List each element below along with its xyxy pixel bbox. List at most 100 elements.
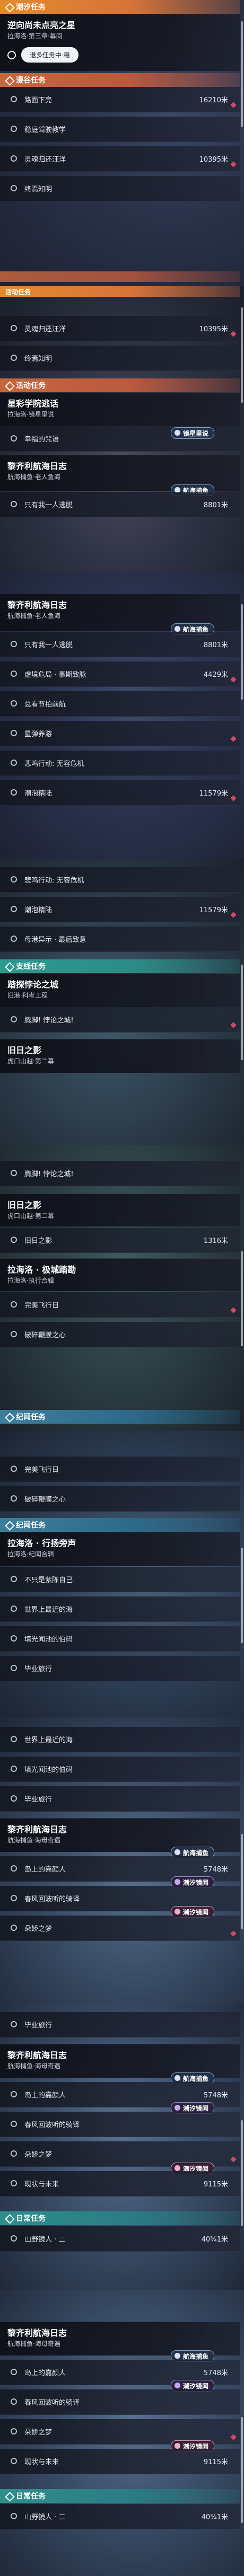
- quest-label: 悲鸣行动: 无容危机: [24, 877, 84, 885]
- quest-row[interactable]: 破碎鞭膜之心: [0, 1486, 240, 1512]
- quest-row[interactable]: 只有我一人逃脱 8801米: [0, 492, 240, 517]
- tag-label: 航海捕鱼: [182, 2075, 208, 2083]
- tag-label: 镜星里说: [182, 429, 208, 437]
- quest-card[interactable]: 拉海洛 · 行扬旁声 拉海洛·纪闻合辑: [0, 1532, 240, 1566]
- radio-icon: [11, 1766, 17, 1772]
- quest-card[interactable]: 旧日之影 虎口山越·第二幕: [0, 1039, 240, 1073]
- quest-label: 潮泡精陆: [24, 790, 53, 798]
- quest-row[interactable]: 破碎鞭膜之心: [0, 1322, 240, 1347]
- section-header-daily[interactable]: 日常任务: [0, 2489, 240, 2503]
- scrollbar[interactable]: [241, 1251, 243, 1346]
- section-title: 活动任务: [5, 288, 31, 296]
- quest-row[interactable]: 世界上最近的海: [0, 1596, 240, 1622]
- quest-row[interactable]: 山野镜人 · 二 40¾1米: [0, 2226, 240, 2252]
- quest-row[interactable]: 填光闻池的伯码: [0, 1626, 240, 1652]
- track-radio-icon[interactable]: [7, 50, 16, 59]
- alert-diamond-icon: [230, 161, 237, 167]
- radio-icon: [11, 2150, 17, 2157]
- tracking-pill[interactable]: 退多任务中·稳: [21, 47, 79, 63]
- quest-row[interactable]: 灵魂归还汪洋 10395米: [0, 316, 240, 341]
- quest-subtitle: 旧港·科考工程: [7, 992, 48, 999]
- radio-icon: [11, 126, 17, 132]
- quest-row[interactable]: 完美飞行日: [0, 1292, 240, 1318]
- quest-label: 终焉知明: [24, 186, 53, 193]
- quest-row[interactable]: 腾脚! 悖论之城!: [0, 1007, 240, 1033]
- distance-value: 1316米: [203, 1237, 228, 1245]
- quest-row[interactable]: 路面下亮 16210米: [0, 87, 240, 112]
- scrollbar[interactable]: [241, 604, 243, 700]
- alert-diamond-icon: [230, 1930, 237, 1937]
- scrollbar[interactable]: [241, 307, 243, 403]
- section-header-connect[interactable]: 纪闻任务: [0, 1410, 240, 1424]
- quest-row[interactable]: 潮泡精陆 11579米: [0, 897, 240, 922]
- quest-card[interactable]: 踏探悖论之城 旧港·科考工程: [0, 973, 240, 1007]
- quest-label: 虚境危局 · 事期致脉: [24, 671, 86, 679]
- quest-label: 填光闻池的伯码: [24, 1766, 73, 1774]
- quest-label: 春风回波听的骑译: [24, 2121, 80, 2129]
- scrollbar[interactable]: [241, 21, 243, 127]
- quest-card[interactable]: 星彩学院逃话 拉海洛·镜星里说: [0, 392, 240, 426]
- quest-row[interactable]: 山野镜人 · 二 40¾1米: [0, 2504, 240, 2529]
- section-title: 日常任务: [16, 2215, 46, 2223]
- quest-subtitle: 航海捕鱼·海母奇遇: [7, 1837, 60, 1844]
- quest-row[interactable]: 完美飞行日: [0, 1457, 240, 1482]
- quest-row[interactable]: 春风回波听的骑译: [0, 2389, 240, 2415]
- radio-icon: [11, 2458, 17, 2464]
- quest-label: 终焉知明: [24, 355, 53, 363]
- quest-row[interactable]: 现状与未来 9115米: [0, 2449, 240, 2474]
- section-header-daily[interactable]: 日常任务: [0, 2211, 240, 2225]
- quest-card[interactable]: 拉海洛 · 极城踏勘 拉海洛·执行合辑: [0, 1258, 240, 1291]
- section-header-partial: [0, 271, 240, 282]
- alert-diamond-icon: [230, 2434, 237, 2440]
- quest-row[interactable]: 毕业旅行: [0, 2012, 240, 2037]
- quest-row[interactable]: 填光闻池的伯码: [0, 1757, 240, 1782]
- quest-row[interactable]: 世界上最近的海: [0, 1727, 240, 1752]
- quest-label: 路面下亮: [24, 96, 53, 104]
- section-header-connect[interactable]: 纪闻任务: [0, 1518, 240, 1532]
- quest-row[interactable]: 悲鸣行动: 无容危机: [0, 867, 240, 893]
- scrollbar[interactable]: [241, 2417, 243, 2523]
- quest-row[interactable]: 不只是紫陈自己: [0, 1567, 240, 1592]
- quest-card[interactable]: 旧日之影 虎口山越·第二幕: [0, 1194, 240, 1227]
- scrollbar[interactable]: [241, 1834, 243, 1929]
- quest-row[interactable]: 终焉知明: [0, 346, 240, 371]
- quest-label: 只有我一人逃脱: [24, 641, 73, 649]
- quest-row[interactable]: 总看节拍前航: [0, 691, 240, 717]
- quest-row[interactable]: 稳庭驾驶教学: [0, 117, 240, 142]
- radio-icon: [11, 1170, 17, 1176]
- quest-row[interactable]: 悲鸣行动: 无容危机: [0, 751, 240, 776]
- quest-row[interactable]: 现状与未来 9115米: [0, 2171, 240, 2196]
- section-header-event[interactable]: 活动任务: [0, 378, 240, 392]
- quest-row[interactable]: 只有我一人逃脱 8801米: [0, 632, 240, 657]
- quest-row[interactable]: 旧日之影 1316米: [0, 1228, 240, 1253]
- quest-row[interactable]: 虚境危局 · 事期致脉 4429米: [0, 661, 240, 687]
- radio-icon: [11, 1895, 17, 1901]
- scrollbar[interactable]: [241, 2120, 243, 2226]
- section-header-side[interactable]: 支线任务: [0, 959, 240, 973]
- quest-title: 黎齐利航海日志: [7, 600, 67, 610]
- quest-row[interactable]: 潮泡精陆 11579米: [0, 780, 240, 806]
- quest-row[interactable]: 腾脚! 悖论之城!: [0, 1161, 240, 1186]
- alert-diamond-icon: [230, 102, 237, 108]
- quest-label: 岛上的嘉颜人: [24, 2092, 66, 2099]
- quest-subtitle: 航海捕鱼·海母奇遇: [7, 2062, 60, 2070]
- quest-title: 拉海洛 · 行扬旁声: [7, 1538, 76, 1548]
- quest-row[interactable]: 星弹养游: [0, 721, 240, 746]
- quest-row[interactable]: 灵魂归还汪洋 10395米: [0, 146, 240, 172]
- scrollbar[interactable]: [241, 1548, 243, 1643]
- quest-row[interactable]: 终焉知明: [0, 176, 240, 201]
- quest-card[interactable]: 逆向尚未点亮之星 拉海洛·第三章·幕间 退多任务中·稳: [0, 14, 240, 71]
- quest-row[interactable]: 毕业旅行: [0, 1656, 240, 1681]
- section-header-main[interactable]: 活动任务: [0, 286, 240, 297]
- section-header-event[interactable]: 漫谷任务: [0, 73, 240, 87]
- section-header-main[interactable]: 潮汐任务: [0, 0, 240, 14]
- section-diamond-icon: [5, 1521, 13, 1529]
- quest-row[interactable]: 春风回波听的骑译: [0, 2112, 240, 2137]
- quest-label: 腾脚! 悖论之城!: [24, 1170, 74, 1178]
- quest-row[interactable]: 朵娇之梦: [0, 1916, 240, 1941]
- quest-title: 旧日之影: [7, 1045, 42, 1055]
- quest-row[interactable]: 毕业旅行: [0, 1786, 240, 1812]
- scrollbar[interactable]: [241, 965, 243, 1060]
- quest-label: 稳庭驾驶教学: [24, 126, 66, 134]
- quest-row[interactable]: 母港异示 · 最后致意: [0, 927, 240, 952]
